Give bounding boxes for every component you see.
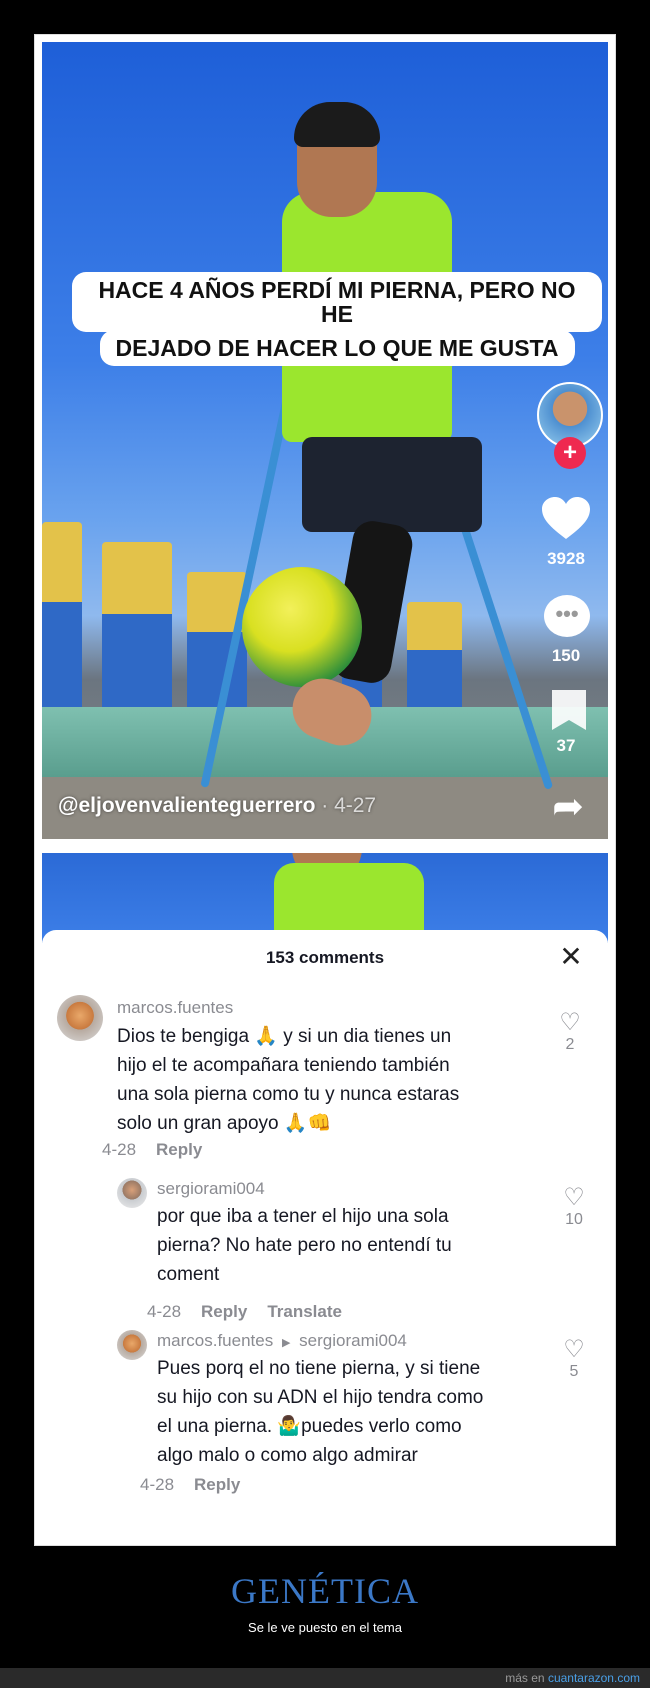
comment-date: 4-28 [140,1475,175,1494]
author-handle[interactable]: @eljovenvalienteguerrero [58,794,315,817]
avatar[interactable] [117,1178,147,1208]
heart-outline-icon[interactable]: ♡ [550,1010,590,1036]
comment-username[interactable]: marcos.fuentes [117,998,233,1018]
close-icon[interactable]: ✕ [556,942,586,972]
heart-outline-icon[interactable]: ♡ [554,1185,594,1211]
comment-bubble-icon[interactable]: ••• [544,595,590,637]
save-count: 37 [556,736,576,755]
comment-line: por que iba a tener el hijo una sola [157,1206,449,1227]
like-count: 3928 [547,549,585,568]
comment-line: solo un gran apoyo 🙏👊 [117,1113,332,1134]
like-heart-icon[interactable] [542,497,590,541]
comment-line: Dios te bengiga 🙏 y si un dia tienes un [117,1026,452,1047]
comment-text: Pues porq el no tiene pierna, y si tiene… [157,1354,537,1470]
video-caption: HACE 4 AÑOS PERDÍ MI PIERNA, PERO NO HE … [72,272,602,366]
comment-line: una sola pierna como tu y nunca estaras [117,1084,460,1105]
heart-outline-icon[interactable]: ♡ [554,1337,594,1363]
comment-line: su hijo con su ADN el hijo tendra como [157,1387,484,1408]
comment-like-count: 5 [569,1363,579,1380]
video-author[interactable]: @eljovenvalienteguerrero · 4-27 [58,794,376,818]
post-frame: HACE 4 AÑOS PERDÍ MI PIERNA, PERO NO HE … [34,34,616,1546]
reply-button[interactable]: Reply [194,1475,240,1494]
comment-line: el una pierna. 🤷‍♂️puedes verlo como [157,1416,462,1437]
avatar[interactable] [117,1330,147,1360]
reply-button[interactable]: Reply [201,1302,247,1321]
comment-line: algo malo o como algo admirar [157,1445,418,1466]
video-date: · 4-27 [321,794,377,817]
comment-like[interactable]: ♡ 5 [554,1337,594,1381]
comment-meta: 4-28 Reply [140,1475,254,1495]
comment-count: 150 [551,646,581,665]
avatar[interactable] [57,995,103,1041]
comment-like[interactable]: ♡ 10 [554,1185,594,1229]
page-subtitle: Se le ve puesto en el tema [248,1620,402,1635]
post-title-area: GENÉTICA Se le ve puesto en el tema [0,1570,650,1635]
comment-text: Dios te bengiga 🙏 y si un dia tienes un … [117,1022,517,1138]
comment-date: 4-28 [147,1302,182,1321]
comment-meta: 4-28 Reply [102,1140,216,1160]
comment-date: 4-28 [102,1140,137,1159]
reply-arrow-icon: ▶ [281,1337,291,1349]
translate-button[interactable]: Translate [267,1302,342,1321]
page-title: GENÉTICA [231,1571,419,1611]
comment-meta: 4-28 Reply Translate [147,1302,356,1322]
comment-username[interactable]: marcos.fuentes ▶ sergiorami004 [157,1331,407,1351]
comments-panel: 153 comments ✕ marcos.fuentes Dios te be… [42,930,608,1530]
footer-link[interactable]: cuantarazon.com [548,1671,640,1685]
footer: más en cuantarazon.com [0,1668,650,1688]
comment-line: Pues porq el no tiene pierna, y si tiene [157,1358,481,1379]
reply-button[interactable]: Reply [156,1140,202,1159]
follow-plus-icon[interactable]: + [554,437,586,469]
comment-username-text[interactable]: marcos.fuentes [157,1331,273,1350]
comment-like-count: 10 [565,1211,583,1228]
comment-line: hijo el te acompañara teniendo también [117,1055,450,1076]
comment-username[interactable]: sergiorami004 [157,1179,265,1199]
footer-prefix: más en [505,1671,548,1685]
comment-like[interactable]: ♡ 2 [550,1010,590,1054]
comments-title: 153 comments [265,948,385,967]
comment-line: pierna? No hate pero no entendí tu [157,1235,452,1256]
comment-line: coment [157,1264,220,1285]
reply-to-username[interactable]: sergiorami004 [299,1331,407,1350]
caption-line-2: DEJADO DE HACER LO QUE ME GUSTA [99,330,575,366]
comment-text: por que iba a tener el hijo una sola pie… [157,1202,517,1289]
comment-like-count: 2 [565,1036,575,1053]
player-shorts [302,437,482,532]
player-hair [294,102,380,147]
soccer-ball [242,567,362,687]
video-screenshot-top[interactable]: HACE 4 AÑOS PERDÍ MI PIERNA, PERO NO HE … [42,42,608,839]
share-arrow-icon[interactable]: ➦ [540,787,596,827]
caption-line-1: HACE 4 AÑOS PERDÍ MI PIERNA, PERO NO HE [72,272,602,332]
